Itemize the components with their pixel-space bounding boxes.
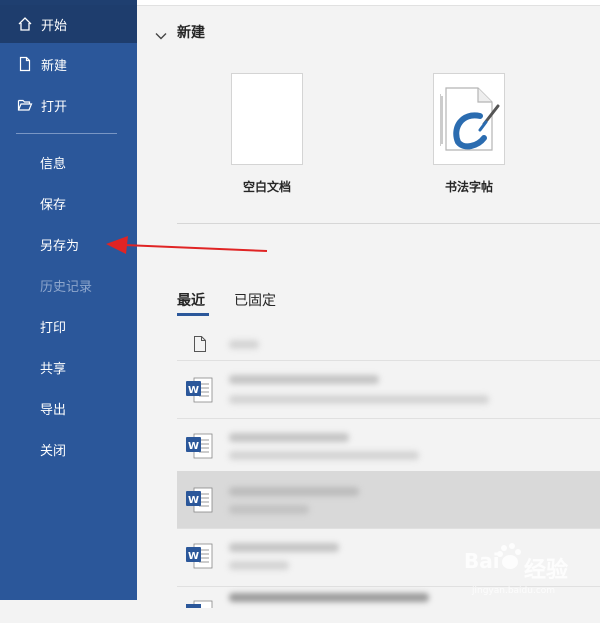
sidebar-divider	[16, 133, 117, 134]
sidebar-item-save-as[interactable]: 另存为	[0, 225, 137, 263]
blurred-header	[229, 340, 259, 349]
sidebar-item-label: 历史记录	[40, 279, 93, 295]
sidebar-item-open[interactable]: 打开	[0, 86, 137, 124]
template-calligraphy[interactable]	[433, 73, 505, 165]
svg-text:W: W	[188, 385, 199, 396]
sidebar-item-label: 开始	[41, 18, 68, 34]
file-list-header	[177, 328, 600, 361]
blurred-file-path	[229, 561, 289, 570]
tab-active-indicator	[177, 313, 209, 316]
tab-pinned[interactable]: 已固定	[234, 290, 276, 310]
word-document-icon	[185, 593, 213, 623]
blurred-file-path	[229, 451, 419, 460]
sidebar-item-history: 历史记录	[0, 266, 137, 304]
section-separator	[177, 223, 600, 224]
blurred-file-path	[229, 505, 309, 514]
word-document-icon: W	[185, 375, 213, 405]
watermark-text: 经验	[524, 558, 569, 583]
template-blank-label: 空白文档	[242, 180, 291, 194]
recent-file-row[interactable]: W	[177, 361, 600, 419]
tab-recent[interactable]: 最近	[177, 290, 205, 310]
open-folder-icon	[16, 96, 34, 114]
file-type-icon	[193, 336, 207, 356]
word-document-icon: W	[185, 541, 213, 571]
blurred-file-name	[229, 543, 339, 552]
word-document-icon: W	[185, 485, 213, 515]
sidebar-item-label: 保存	[40, 197, 67, 213]
watermark-url: jingyan.baidu.com	[472, 586, 556, 596]
backstage-main: 新建 空白文档 书法字帖 最近 已固定 W W W W	[137, 0, 600, 610]
blurred-file-name	[229, 375, 379, 384]
calligraphy-template-icon	[439, 84, 500, 158]
blurred-file-name	[229, 487, 359, 496]
backstage-sidebar: 开始 新建 打开 信息 保存 另存为 历史记录 打印 共享 导出 关闭	[0, 0, 137, 600]
sidebar-item-save[interactable]: 保存	[0, 184, 137, 222]
sidebar-item-label: 共享	[40, 361, 67, 377]
sidebar-item-close[interactable]: 关闭	[0, 430, 137, 468]
sidebar-item-label: 关闭	[40, 443, 67, 459]
new-document-icon	[16, 55, 34, 73]
template-blank-document[interactable]	[231, 73, 303, 165]
sidebar-item-label: 打开	[41, 99, 68, 115]
section-title-new: 新建	[177, 25, 205, 41]
template-calligraphy-label: 书法字帖	[444, 180, 493, 194]
sidebar-item-share[interactable]: 共享	[0, 348, 137, 386]
word-document-icon: W	[185, 431, 213, 461]
blurred-file-path	[229, 395, 489, 404]
sidebar-item-new[interactable]: 新建	[0, 45, 137, 83]
baidu-jingyan-watermark: Bai 经验 jingyan.baidu.com	[462, 536, 600, 600]
sidebar-item-label: 打印	[40, 320, 67, 336]
sidebar-item-home[interactable]: 开始	[0, 5, 137, 43]
home-icon	[16, 15, 34, 33]
sidebar-item-export[interactable]: 导出	[0, 389, 137, 427]
blurred-file-name	[229, 593, 429, 602]
chevron-down-icon[interactable]	[155, 26, 167, 45]
recent-file-row-selected[interactable]: W	[177, 471, 600, 529]
svg-text:W: W	[188, 495, 199, 506]
sidebar-item-label: 导出	[40, 402, 67, 418]
sidebar-item-print[interactable]: 打印	[0, 307, 137, 345]
svg-text:W: W	[188, 551, 199, 562]
svg-text:Bai: Bai	[464, 549, 500, 573]
sidebar-item-label: 新建	[41, 58, 68, 74]
top-border	[137, 0, 600, 6]
recent-file-row[interactable]: W	[177, 419, 600, 477]
sidebar-item-label: 另存为	[40, 238, 80, 254]
sidebar-item-label: 信息	[40, 156, 67, 172]
svg-text:W: W	[188, 441, 199, 452]
baidu-paw-logo-icon: Bai	[464, 540, 522, 586]
sidebar-item-info[interactable]: 信息	[0, 143, 137, 181]
blurred-file-name	[229, 433, 349, 442]
